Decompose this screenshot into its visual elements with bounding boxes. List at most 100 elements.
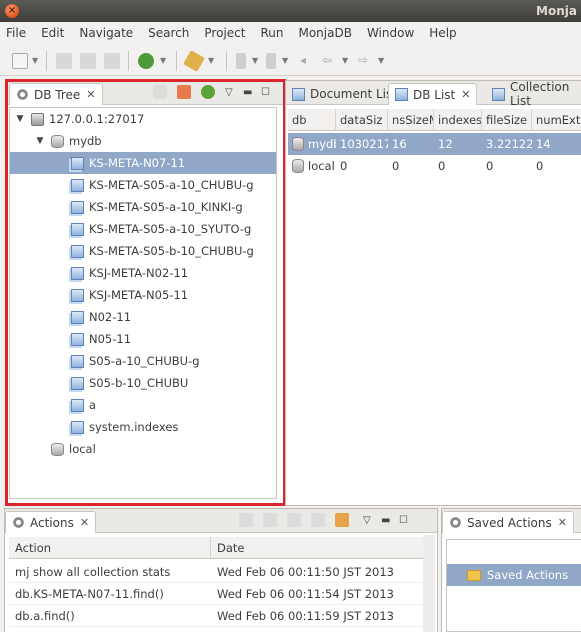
minimize-icon[interactable]: ▬ (243, 87, 252, 98)
tree-node[interactable]: S05-b-10_CHUBU (10, 372, 276, 394)
tree-node[interactable]: a (10, 394, 276, 416)
new-dropdown-icon[interactable]: ▼ (32, 56, 38, 65)
save-all-icon[interactable] (80, 53, 96, 69)
last-edit-icon[interactable]: ◂ (300, 53, 306, 67)
tab-saved-actions[interactable]: Saved Actions ✕ (442, 511, 574, 533)
view-menu-icon[interactable]: ▽ (225, 87, 233, 98)
table-cell: local (308, 159, 335, 173)
tree-node-label: S05-b-10_CHUBU (89, 376, 189, 390)
tree-node[interactable]: KS-META-S05-a-10_CHUBU-g (10, 174, 276, 196)
column-header[interactable]: nsSizeM (388, 109, 434, 131)
menu-file[interactable]: File (6, 26, 26, 40)
right-tab-bar: Document List DB List ✕ Collection List (286, 80, 581, 108)
tree-node[interactable]: KS-META-S05-a-10_KINKI-g (10, 196, 276, 218)
minimize-icon[interactable]: ▬ (381, 515, 390, 526)
expand-arrow-icon[interactable]: ▼ (34, 136, 46, 146)
back-icon[interactable]: ⇦ (322, 53, 332, 67)
action-icon[interactable] (239, 513, 253, 527)
menu-search[interactable]: Search (148, 26, 189, 40)
action-icon[interactable] (311, 513, 325, 527)
tree-node[interactable]: S05-a-10_CHUBU-g (10, 350, 276, 372)
next-annotation-icon[interactable] (236, 53, 246, 69)
tree-node[interactable]: KSJ-META-N05-11 (10, 284, 276, 306)
tab-document-list[interactable]: Document List (286, 83, 403, 105)
saved-actions-tree: Saved Actions (446, 539, 581, 632)
table-row[interactable]: db.a.find() Wed Feb 06 00:11:59 JST 2013 (9, 605, 425, 627)
tree-node-label: KS-META-S05-a-10_SYUTO-g (89, 222, 252, 236)
column-header[interactable]: indexes (434, 109, 482, 131)
menu-run[interactable]: Run (260, 26, 283, 40)
column-header[interactable]: db (288, 109, 336, 131)
tree-node[interactable]: KS-META-S05-b-10_CHUBU-g (10, 240, 276, 262)
disconnect-icon[interactable] (153, 85, 167, 99)
menu-monjadb[interactable]: MonjaDB (298, 26, 351, 40)
new-file-icon[interactable] (12, 53, 28, 69)
print-icon[interactable] (104, 53, 120, 69)
refresh-icon[interactable] (201, 85, 215, 99)
next-annotation-dropdown-icon[interactable]: ▼ (252, 56, 258, 65)
table-row[interactable]: local 0 0 0 0 0 (288, 155, 581, 177)
collection-icon (71, 420, 84, 434)
table-row[interactable]: mydb 1030217 16 12 3.22122 14 (288, 133, 581, 155)
forward-dropdown-icon[interactable]: ▼ (378, 56, 384, 65)
tree-node[interactable]: N02-11 (10, 306, 276, 328)
collection-icon (71, 200, 84, 214)
tab-collection-list[interactable]: Collection List (486, 80, 581, 108)
close-icon[interactable]: ✕ (80, 516, 89, 529)
tree-node-label: local (69, 442, 96, 456)
run-dropdown-icon[interactable]: ▼ (160, 56, 166, 65)
column-header[interactable]: Action (9, 537, 211, 559)
saved-actions-folder[interactable]: Saved Actions (447, 564, 581, 586)
action-icon[interactable] (263, 513, 277, 527)
tree-node[interactable]: N05-11 (10, 328, 276, 350)
server-icon (31, 112, 44, 126)
maximize-icon[interactable]: ☐ (261, 87, 270, 98)
maximize-icon[interactable]: ☐ (399, 515, 408, 526)
back-dropdown-icon[interactable]: ▼ (342, 56, 348, 65)
tab-actions[interactable]: Actions ✕ (5, 511, 97, 533)
close-icon[interactable]: ✕ (86, 88, 95, 101)
menu-project[interactable]: Project (204, 26, 245, 40)
tree-node[interactable]: ▼ mydb (10, 130, 276, 152)
menu-help[interactable]: Help (429, 26, 456, 40)
collection-icon (71, 310, 84, 324)
menu-edit[interactable]: Edit (41, 26, 64, 40)
tab-db-tree[interactable]: DB Tree ✕ (9, 83, 103, 105)
table-row[interactable]: db.KS-META-N07-11.find() Wed Feb 06 00:11… (9, 583, 425, 605)
column-header[interactable]: fileSize (482, 109, 532, 131)
save-icon[interactable] (56, 53, 72, 69)
drop-icon[interactable] (177, 85, 191, 99)
run-icon[interactable] (138, 53, 154, 69)
tab-label: Collection List (510, 80, 570, 108)
expand-arrow-icon[interactable]: ▼ (14, 114, 26, 124)
view-menu-icon[interactable]: ▽ (363, 515, 371, 526)
close-icon[interactable]: ✕ (558, 516, 567, 529)
previous-annotation-dropdown-icon[interactable]: ▼ (282, 56, 288, 65)
column-header[interactable]: Date (211, 537, 425, 559)
table-cell: 0 (486, 159, 494, 173)
close-icon[interactable]: ✕ (461, 88, 470, 101)
column-header[interactable]: dataSiz (336, 109, 388, 131)
tree-node[interactable]: KSJ-META-N02-11 (10, 262, 276, 284)
tree-node[interactable]: ▼ 127.0.0.1:27017 (10, 108, 276, 130)
menu-window[interactable]: Window (367, 26, 414, 40)
collection-icon (71, 178, 84, 192)
forward-icon[interactable]: ⇨ (358, 53, 368, 67)
tree-node[interactable]: system.indexes (10, 416, 276, 438)
tree-node[interactable]: KS-META-N07-11 (10, 152, 276, 174)
menu-navigate[interactable]: Navigate (79, 26, 133, 40)
tab-db-list[interactable]: DB List ✕ (388, 83, 478, 105)
close-window-button[interactable]: × (5, 4, 19, 18)
scrollbar[interactable] (423, 535, 435, 632)
actions-header: Actions ✕ ▽ ▬ ☐ (5, 509, 437, 533)
previous-annotation-icon[interactable] (266, 53, 276, 69)
action-icon[interactable] (287, 513, 301, 527)
save-action-icon[interactable] (335, 513, 349, 527)
edit-dropdown-icon[interactable]: ▼ (208, 56, 214, 65)
table-row[interactable]: mj show all collection stats Wed Feb 06 0… (9, 561, 425, 583)
table-cell: 14 (536, 137, 551, 151)
column-header[interactable]: numExt (532, 109, 581, 131)
tree-node[interactable]: local (10, 438, 276, 460)
edit-icon[interactable] (183, 50, 205, 72)
tree-node[interactable]: KS-META-S05-a-10_SYUTO-g (10, 218, 276, 240)
